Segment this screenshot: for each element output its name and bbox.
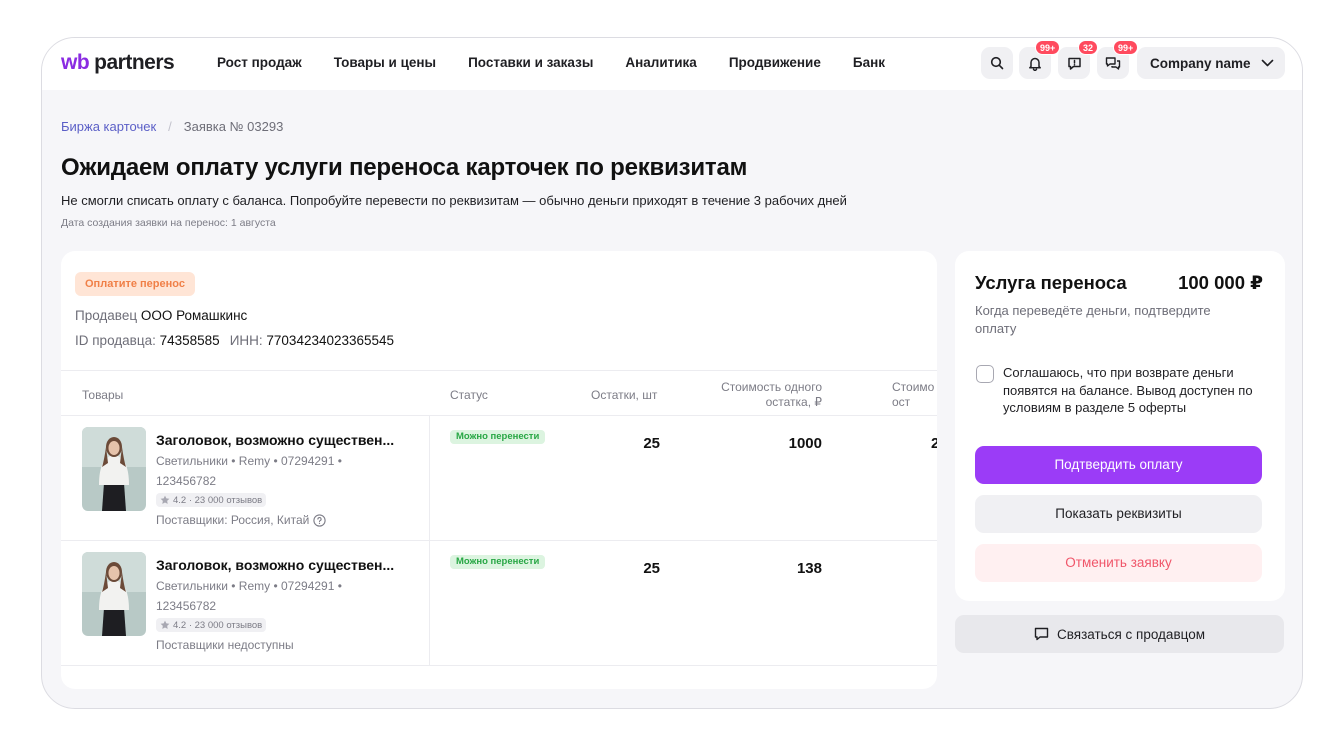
transfer-status-badge: Можно перенести <box>450 430 546 444</box>
reviews-badge: 32 <box>1078 40 1099 55</box>
nav-item-products-prices[interactable]: Товары и цены <box>334 55 436 70</box>
inn-value: 77034234023365545 <box>266 333 395 348</box>
column-header-stock: Остатки, шт <box>591 388 658 402</box>
transfer-status-badge: Можно перенести <box>450 555 546 569</box>
product-rating: 4.2 · 23 000 отзывов <box>156 493 267 507</box>
contact-seller-label: Связаться с продавцом <box>1057 626 1205 642</box>
seller-name: ООО Ромашкинс <box>140 308 248 323</box>
breadcrumb-card-exchange-link[interactable]: Биржа карточек <box>61 119 156 134</box>
unit-price-value: 138 <box>796 560 822 577</box>
logo-partners: partners <box>94 51 175 74</box>
star-icon <box>160 620 170 629</box>
table-row[interactable]: Заголовок, возможно существен... Светиль… <box>61 416 937 541</box>
product-title[interactable]: Заголовок, возможно существен... <box>156 557 394 573</box>
breadcrumb-current: Заявка № 03293 <box>183 119 284 134</box>
help-icon[interactable] <box>313 513 327 527</box>
chevron-down-icon <box>1261 59 1273 67</box>
nav-item-promotion[interactable]: Продвижение <box>729 55 821 70</box>
inn-label: ИНН: <box>229 333 263 348</box>
column-header-status: Статус <box>450 388 488 402</box>
column-header-unit-price: Стоимость одного остатка, ₽ <box>721 380 822 409</box>
app-window: wb partners Рост продаж Товары и цены По… <box>41 37 1303 709</box>
search-button[interactable] <box>981 47 1013 79</box>
payment-status-pill: Оплатите перенос <box>75 272 195 296</box>
stock-value: 25 <box>643 560 660 577</box>
creation-date: Дата создания заявки на перенос: 1 авгус… <box>61 217 276 229</box>
product-suppliers: Поставщики: Россия, Китай <box>156 513 327 527</box>
agreement-checkbox[interactable] <box>976 365 994 383</box>
breadcrumb-separator: / <box>168 119 172 134</box>
star-icon <box>160 495 170 504</box>
seller-id-value: 74358585 <box>159 333 220 348</box>
top-navigation-bar: wb partners Рост продаж Товары и цены По… <box>42 38 1302 90</box>
notifications-button[interactable]: 99+ <box>1019 40 1061 79</box>
column-header-total-cost: Стоимо ост <box>892 380 935 409</box>
confirm-payment-button[interactable]: Подтвердить оплату <box>975 446 1262 484</box>
reviews-button[interactable]: 32 <box>1058 40 1099 79</box>
product-suppliers: Поставщики недоступны <box>156 638 294 652</box>
row-divider <box>429 541 430 665</box>
wb-partners-logo[interactable]: wb partners <box>61 51 175 75</box>
company-name: Company name <box>1150 55 1251 71</box>
total-cost-value: 2 <box>931 435 937 452</box>
notifications-badge: 99+ <box>1035 40 1061 55</box>
product-meta: Светильники • Remy • 07294291 • 123456782 <box>156 454 342 488</box>
product-title[interactable]: Заголовок, возможно существен... <box>156 432 394 448</box>
service-price: 100 000 ₽ <box>1178 272 1263 293</box>
agreement-checkbox-row[interactable]: Соглашаюсь, что при возврате деньги появ… <box>976 364 1268 417</box>
page-subtitle: Не смогли списать оплату с баланса. Попр… <box>61 193 847 208</box>
nav-item-supplies-orders[interactable]: Поставки и заказы <box>468 55 593 70</box>
agreement-text: Соглашаюсь, что при возврате деньги появ… <box>1003 365 1253 415</box>
company-selector[interactable]: Company name <box>1137 47 1285 79</box>
contact-seller-button[interactable]: Связаться с продавцом <box>955 615 1284 653</box>
message-icon <box>1034 627 1049 641</box>
row-divider <box>429 416 430 540</box>
product-meta: Светильники • Remy • 07294291 • 123456782 <box>156 579 342 613</box>
nav-item-bank[interactable]: Банк <box>853 55 885 70</box>
main-nav: Рост продаж Товары и цены Поставки и зак… <box>217 55 885 70</box>
product-image[interactable] <box>82 427 146 511</box>
nav-item-sales-growth[interactable]: Рост продаж <box>217 55 302 70</box>
table-row[interactable]: Заголовок, возможно существен... Светиль… <box>61 541 937 666</box>
chats-button[interactable]: 99+ <box>1097 40 1139 79</box>
product-image[interactable] <box>82 552 146 636</box>
transfer-request-card: Оплатите перенос Продавец ООО Ромашкинс … <box>61 251 937 689</box>
show-details-button[interactable]: Показать реквизиты <box>975 495 1262 533</box>
seller-id-label: ID продавца: <box>75 333 156 348</box>
bell-icon <box>1029 57 1041 71</box>
column-header-goods: Товары <box>82 388 124 402</box>
unit-price-value: 1000 <box>788 435 822 452</box>
nav-item-analytics[interactable]: Аналитика <box>625 55 696 70</box>
chats-badge: 99+ <box>1113 40 1139 55</box>
seller-ids: ID продавца: 74358585 ИНН: 7703423402336… <box>75 333 394 348</box>
service-payment-card: Услуга переноса 100 000 ₽ Когда переведё… <box>955 251 1285 601</box>
search-icon <box>990 56 1004 70</box>
seller-label: Продавец <box>75 308 138 323</box>
chat-icon <box>1105 56 1121 70</box>
service-description: Когда переведёте деньги, подтвердите опл… <box>975 303 1211 336</box>
product-rating: 4.2 · 23 000 отзывов <box>156 618 267 632</box>
stock-value: 25 <box>643 435 660 452</box>
logo-wb: wb <box>61 51 90 74</box>
breadcrumb: Биржа карточек / Заявка № 03293 <box>61 119 283 134</box>
seller-line: Продавец ООО Ромашкинс <box>75 308 247 323</box>
cancel-request-button[interactable]: Отменить заявку <box>975 544 1262 582</box>
page-title: Ожидаем оплату услуги переноса карточек … <box>61 154 748 181</box>
products-table-header: Товары Статус Остатки, шт Стоимость одно… <box>61 370 937 416</box>
feedback-icon <box>1067 57 1081 70</box>
service-title: Услуга переноса <box>975 272 1127 293</box>
